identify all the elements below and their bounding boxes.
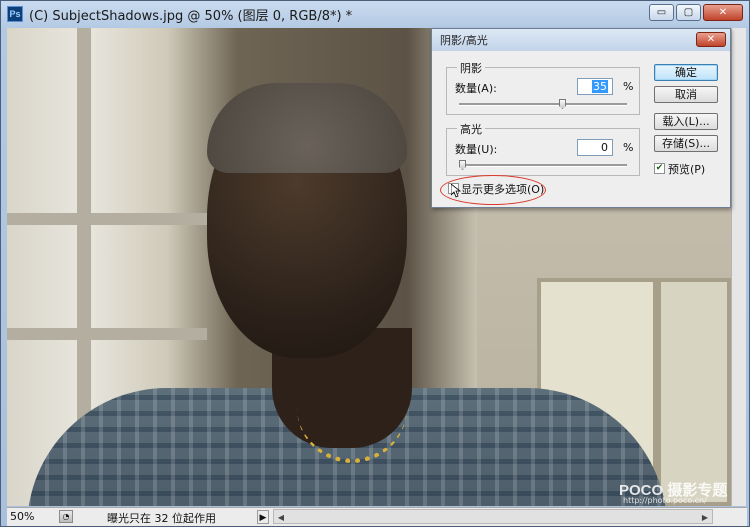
status-menu-arrow-icon[interactable]: ▶ <box>257 510 269 524</box>
scroll-left-icon[interactable]: ◀ <box>274 511 288 524</box>
maximize-button[interactable]: ▢ <box>676 4 701 21</box>
shadows-slider-thumb[interactable] <box>558 99 566 109</box>
mouse-cursor-icon <box>451 184 461 198</box>
status-message: 曝光只在 32 位起作用 <box>107 512 216 525</box>
shadows-amount-slider[interactable] <box>459 99 627 109</box>
shadows-highlights-dialog: 阴影/高光 ✕ 阴影 数量(A): 35 % 高光 数量(U): 0 % 确定 … <box>431 28 731 208</box>
highlights-amount-unit: % <box>623 141 634 154</box>
window-title: (C) SubjectShadows.jpg @ 50% (图层 0, RGB/… <box>29 9 353 24</box>
preview-label: 预览(P) <box>668 163 706 176</box>
status-bar: 50% ◔ 曝光只在 32 位起作用 ▶ ◀ ▶ <box>7 507 747 526</box>
highlights-amount-slider[interactable] <box>459 160 627 170</box>
zoom-level[interactable]: 50% <box>10 510 34 523</box>
shadows-amount-unit: % <box>623 80 634 93</box>
dialog-title: 阴影/高光 <box>440 34 488 47</box>
wall-door-panel-right <box>657 278 731 506</box>
dialog-title-bar[interactable]: 阴影/高光 ✕ <box>432 29 730 51</box>
highlights-group-label: 高光 <box>457 121 485 137</box>
watermark-url: http://photo.poco.cn/ <box>623 496 707 505</box>
minimize-button[interactable]: ▭ <box>649 4 674 21</box>
shadows-amount-input[interactable]: 35 <box>577 78 613 95</box>
ok-button[interactable]: 确定 <box>654 64 718 81</box>
highlights-amount-value: 0 <box>601 141 608 154</box>
photoshop-document-window: Ps (C) SubjectShadows.jpg @ 50% (图层 0, R… <box>0 0 750 527</box>
horizontal-scrollbar[interactable]: ◀ ▶ <box>273 509 713 524</box>
highlights-slider-thumb[interactable] <box>459 160 466 170</box>
preview-checkbox[interactable]: ✔ <box>654 163 665 174</box>
highlights-amount-input[interactable]: 0 <box>577 139 613 156</box>
dialog-close-button[interactable]: ✕ <box>696 32 726 47</box>
shadows-amount-label: 数量(A): <box>455 82 497 95</box>
shadows-group-label: 阴影 <box>457 60 485 76</box>
highlights-amount-label: 数量(U): <box>455 143 498 156</box>
window-transom <box>7 213 207 225</box>
cancel-button[interactable]: 取消 <box>654 86 718 103</box>
subject-hair <box>207 83 407 173</box>
shadows-group: 阴影 数量(A): 35 % <box>446 60 640 115</box>
highlights-group: 高光 数量(U): 0 % <box>446 121 640 176</box>
vertical-scrollbar[interactable] <box>731 28 746 506</box>
status-info-icon[interactable]: ◔ <box>59 510 73 523</box>
close-button[interactable]: ✕ <box>703 4 743 21</box>
photoshop-app-icon: Ps <box>7 6 23 22</box>
load-button[interactable]: 载入(L)... <box>654 113 718 130</box>
window-transom-lower <box>7 328 207 340</box>
save-button[interactable]: 存储(S)... <box>654 135 718 152</box>
scroll-right-icon[interactable]: ▶ <box>698 511 712 524</box>
title-bar[interactable]: Ps (C) SubjectShadows.jpg @ 50% (图层 0, R… <box>1 1 749 27</box>
shadows-amount-value: 35 <box>592 80 608 93</box>
